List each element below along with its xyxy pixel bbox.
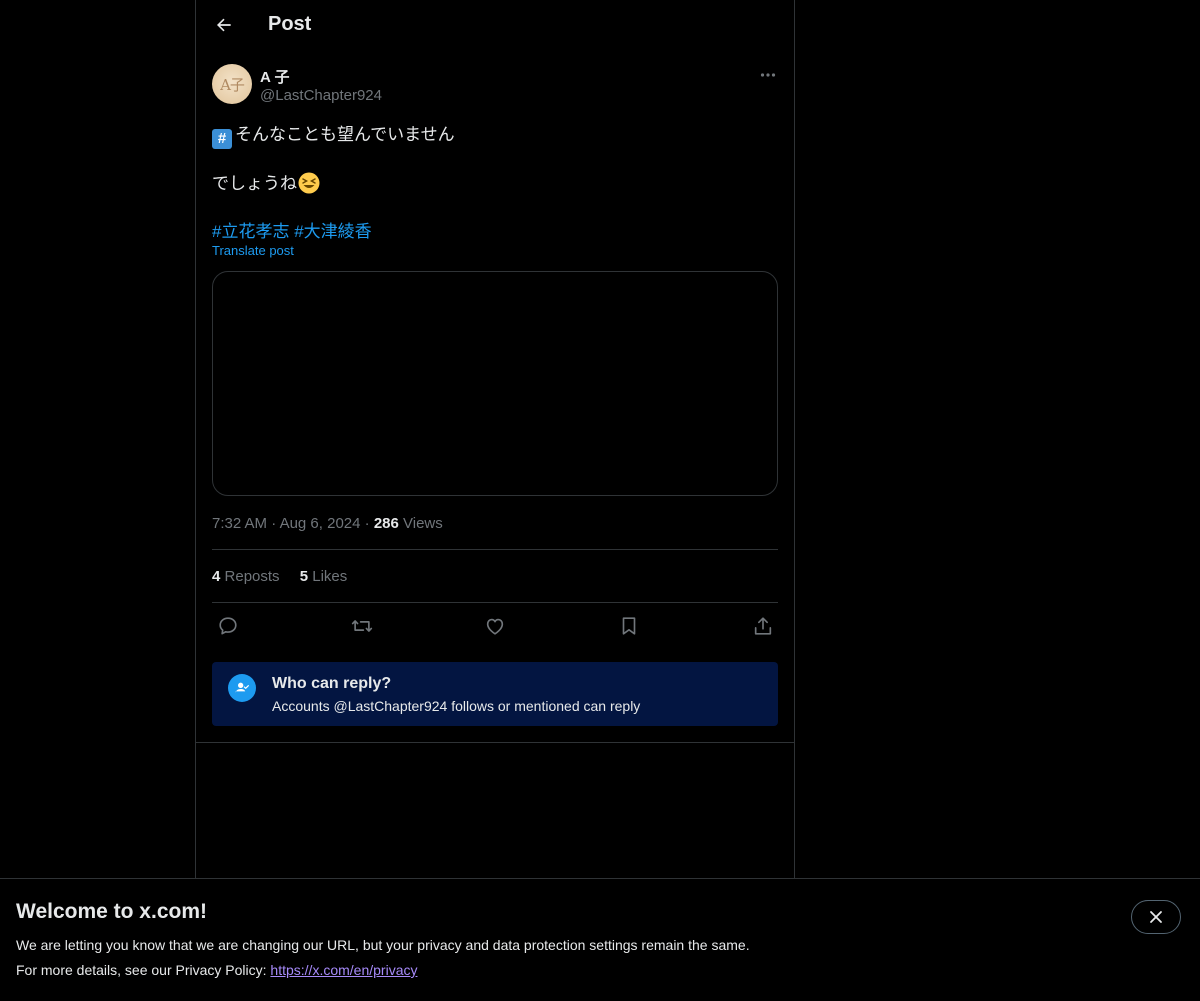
engagement-stats: 4 Reposts 5 Likes [212,568,347,585]
post-date[interactable]: Aug 6, 2024 [280,515,361,532]
share-button[interactable] [747,612,779,640]
avatar-text: A子 [220,75,245,94]
separator: · [271,515,277,532]
squinting-face-emoji [298,172,320,199]
banner-privacy-prefix: For more details, see our Privacy Policy… [16,962,271,978]
likes-stat[interactable]: 5 Likes [300,568,348,585]
avatar[interactable]: A子 [212,64,252,104]
reply-restriction-icon [228,674,256,702]
repost-button[interactable] [346,612,378,640]
tweet-text-1: そんなことも望んでいません [235,125,455,144]
tweet-text-2: でしょうね [212,174,297,193]
hashtag-link[interactable]: #大津綾香 [294,222,371,241]
page-title: Post [268,13,312,35]
separator: · [364,515,370,532]
author-display-name[interactable]: A 子 [260,66,289,87]
divider [212,602,778,603]
post-metadata: 7:32 AM · Aug 6, 2024 · 286 Views [212,515,443,532]
reply-icon [219,617,237,635]
reply-button[interactable] [212,612,244,640]
reply-restriction-subtitle: Accounts @LastChapter924 follows or ment… [272,698,641,714]
banner-title: Welcome to x.com! [16,900,207,923]
reposts-label: Reposts [224,568,280,585]
person-check-icon [235,682,249,694]
back-button[interactable] [206,7,242,43]
who-can-reply-box: Who can reply? Accounts @LastChapter924 … [212,662,778,726]
likes-label: Likes [312,568,348,585]
bookmark-button[interactable] [613,612,645,640]
views-count: 286 [373,515,399,532]
close-icon [1150,911,1162,923]
privacy-policy-link[interactable]: https://x.com/en/privacy [270,962,417,978]
likes-count: 5 [299,568,309,585]
reply-restriction-title: Who can reply? [272,675,392,692]
translate-post-link[interactable]: Translate post [212,243,294,258]
post-time[interactable]: 7:32 AM [212,515,267,532]
author-handle[interactable]: @LastChapter924 [260,87,382,104]
url-change-banner: Welcome to x.com! We are letting you kno… [0,878,1200,1001]
tweet-hashtags: #立花孝志 #大津綾香 [212,217,372,242]
page-header: Post [196,0,794,53]
views-label: Views [403,515,443,532]
more-icon [760,73,776,77]
like-icon [486,618,504,635]
reposts-stat[interactable]: 4 Reposts [212,568,280,585]
tweet-text-line-1: # そんなことも望んでいません [212,120,455,149]
like-button[interactable] [479,612,511,640]
banner-privacy-line: For more details, see our Privacy Policy… [16,962,417,978]
keycap-hash-emoji: # [212,129,232,149]
primary-column: Post A子 A 子 @LastChapter924 # そんなことも望んでいま… [195,0,795,878]
share-icon [754,617,772,635]
tweet-text-line-2: でしょうね [212,169,320,199]
banner-message: We are letting you know that we are chan… [16,937,750,953]
arrow-left-icon [217,18,231,32]
more-options-button[interactable] [756,64,780,86]
repost-icon [351,620,373,632]
media-container[interactable] [212,271,778,496]
hashtag-link[interactable]: #立花孝志 [212,222,289,241]
close-banner-button[interactable] [1131,900,1181,934]
divider [212,549,778,550]
reposts-count: 4 [212,568,221,585]
bookmark-icon [622,617,636,635]
divider [196,742,794,743]
